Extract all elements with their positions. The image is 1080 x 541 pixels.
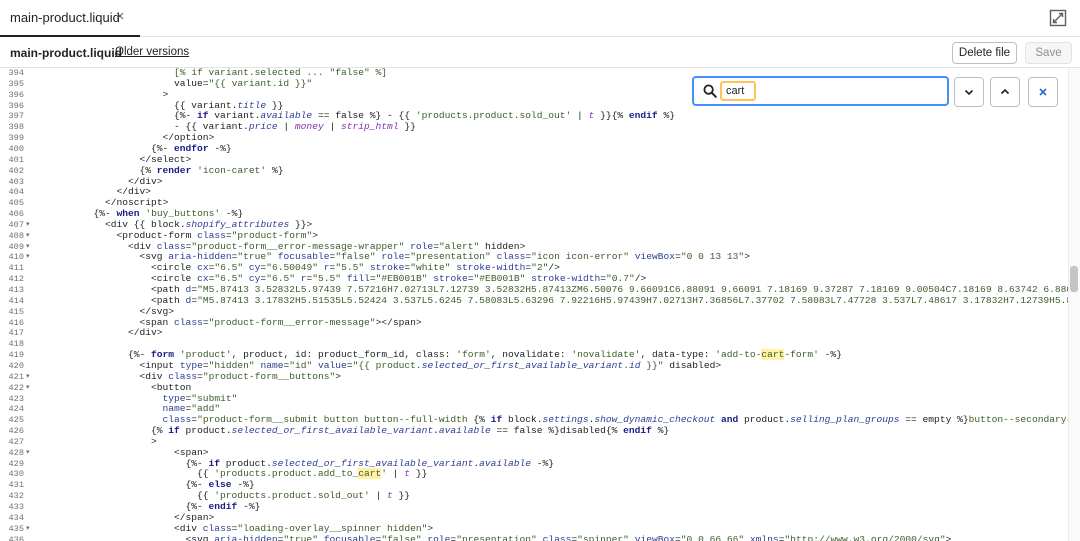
line-number: 424 [8,404,24,415]
line-number: 435 [8,523,24,534]
code-line[interactable]: </svg> [140,306,175,318]
expand-icon[interactable] [1048,8,1068,28]
line-number: 427 [8,436,24,447]
code-line[interactable]: <path d="M5.87413 3.17832H5.51535L5.5242… [151,295,1068,307]
line-number: 432 [8,491,24,502]
scrollbar-thumb[interactable] [1070,266,1078,292]
line-number: 429 [8,458,24,469]
line-number: 398 [8,122,24,133]
line-number: 399 [8,133,24,144]
code-line[interactable]: value="{{ variant.id }}" [174,78,312,90]
fold-chevron-icon[interactable]: ▾ [26,220,30,231]
search-icon [703,84,717,98]
line-number: 405 [8,198,24,209]
line-number: 434 [8,512,24,523]
line-number: 402 [8,165,24,176]
line-number: 433 [8,502,24,512]
fold-chevron-icon[interactable]: ▾ [26,383,30,394]
code-line[interactable]: </div> [128,328,163,339]
line-number: 401 [8,154,24,165]
line-number: 416 [8,317,24,328]
older-versions-link[interactable]: Older versions [115,46,189,58]
file-header: main-product.liquid Older versions Delet… [0,37,1080,68]
line-number: 421 [8,371,24,382]
line-number: 418 [8,339,24,350]
line-number: 413 [8,285,24,295]
line-number: 428 [8,447,24,458]
line-number: 414 [8,295,24,306]
code-line[interactable]: <div class="product-form__buttons"> [140,371,342,383]
line-number: 400 [8,143,24,154]
next-match-button[interactable] [954,77,984,107]
code-line[interactable]: > [163,89,169,101]
find-widget: cart [690,74,1065,110]
code-line[interactable]: > [151,436,157,448]
line-number: 394 [8,68,24,78]
search-input[interactable]: cart [720,81,756,101]
file-name: main-product.liquid [10,46,122,60]
line-number: 395 [8,78,24,89]
line-number: 396 [8,89,24,100]
line-number: 411 [8,263,24,274]
close-find-button[interactable] [1028,77,1058,107]
editor-tab-bar: main-product.liquid × [0,0,1080,37]
line-number: 422 [8,382,24,393]
fold-chevron-icon[interactable]: ▾ [26,372,30,383]
vertical-scrollbar[interactable] [1068,68,1080,541]
code-line[interactable]: <span class="product-form__error-message… [140,317,422,329]
fold-chevron-icon[interactable]: ▾ [26,242,30,253]
line-number: 408 [8,230,24,241]
line-number: 419 [8,350,24,361]
line-number: 396 [8,100,24,111]
line-number: 417 [8,328,24,339]
fold-chevron-icon[interactable]: ▾ [26,448,30,459]
code-line[interactable]: {% render 'icon-caret' %} [140,165,284,177]
tab-label: main-product.liquid [10,10,120,25]
code-editor[interactable]: 394 395 396 396 397 398 399 400 401 402 403 404 405 4… [0,68,1080,541]
code-line[interactable]: <svg aria-hidden="true" focusable="false… [186,534,952,541]
line-number: 407 [8,219,24,230]
line-number: 397 [8,111,24,122]
close-tab-icon[interactable]: × [112,9,128,25]
line-number: 406 [8,209,24,220]
line-number: 403 [8,176,24,187]
line-number: 415 [8,306,24,317]
code-line[interactable]: <span> [174,447,209,459]
line-number: 431 [8,480,24,491]
line-number: 420 [8,360,24,371]
save-button[interactable]: Save [1025,42,1072,64]
fold-chevron-icon[interactable]: ▾ [26,231,30,242]
line-number-gutter: 394 395 396 396 397 398 399 400 401 402 403 404 405 4… [0,68,36,541]
line-number: 410 [8,252,24,263]
code-line[interactable]: {% if product.selected_or_first_availabl… [151,425,669,437]
line-number: 404 [8,187,24,198]
line-number: 436 [8,534,24,541]
chevron-up-icon [1000,88,1010,95]
line-number: 423 [8,393,24,404]
previous-match-button[interactable] [990,77,1020,107]
line-number: 430 [8,469,24,480]
find-input-box[interactable]: cart [692,76,949,106]
line-number: 426 [8,426,24,437]
fold-chevron-icon[interactable]: ▾ [26,524,30,535]
line-number: 425 [8,415,24,426]
delete-file-button[interactable]: Delete file [952,42,1017,64]
line-number: 412 [8,274,24,285]
code-area[interactable]: [% if variant.selected ... "false" %] val… [36,68,1069,541]
line-number: 409 [8,241,24,252]
chevron-down-icon [964,89,974,96]
fold-chevron-icon[interactable]: ▾ [26,252,30,263]
close-icon [1039,88,1047,96]
